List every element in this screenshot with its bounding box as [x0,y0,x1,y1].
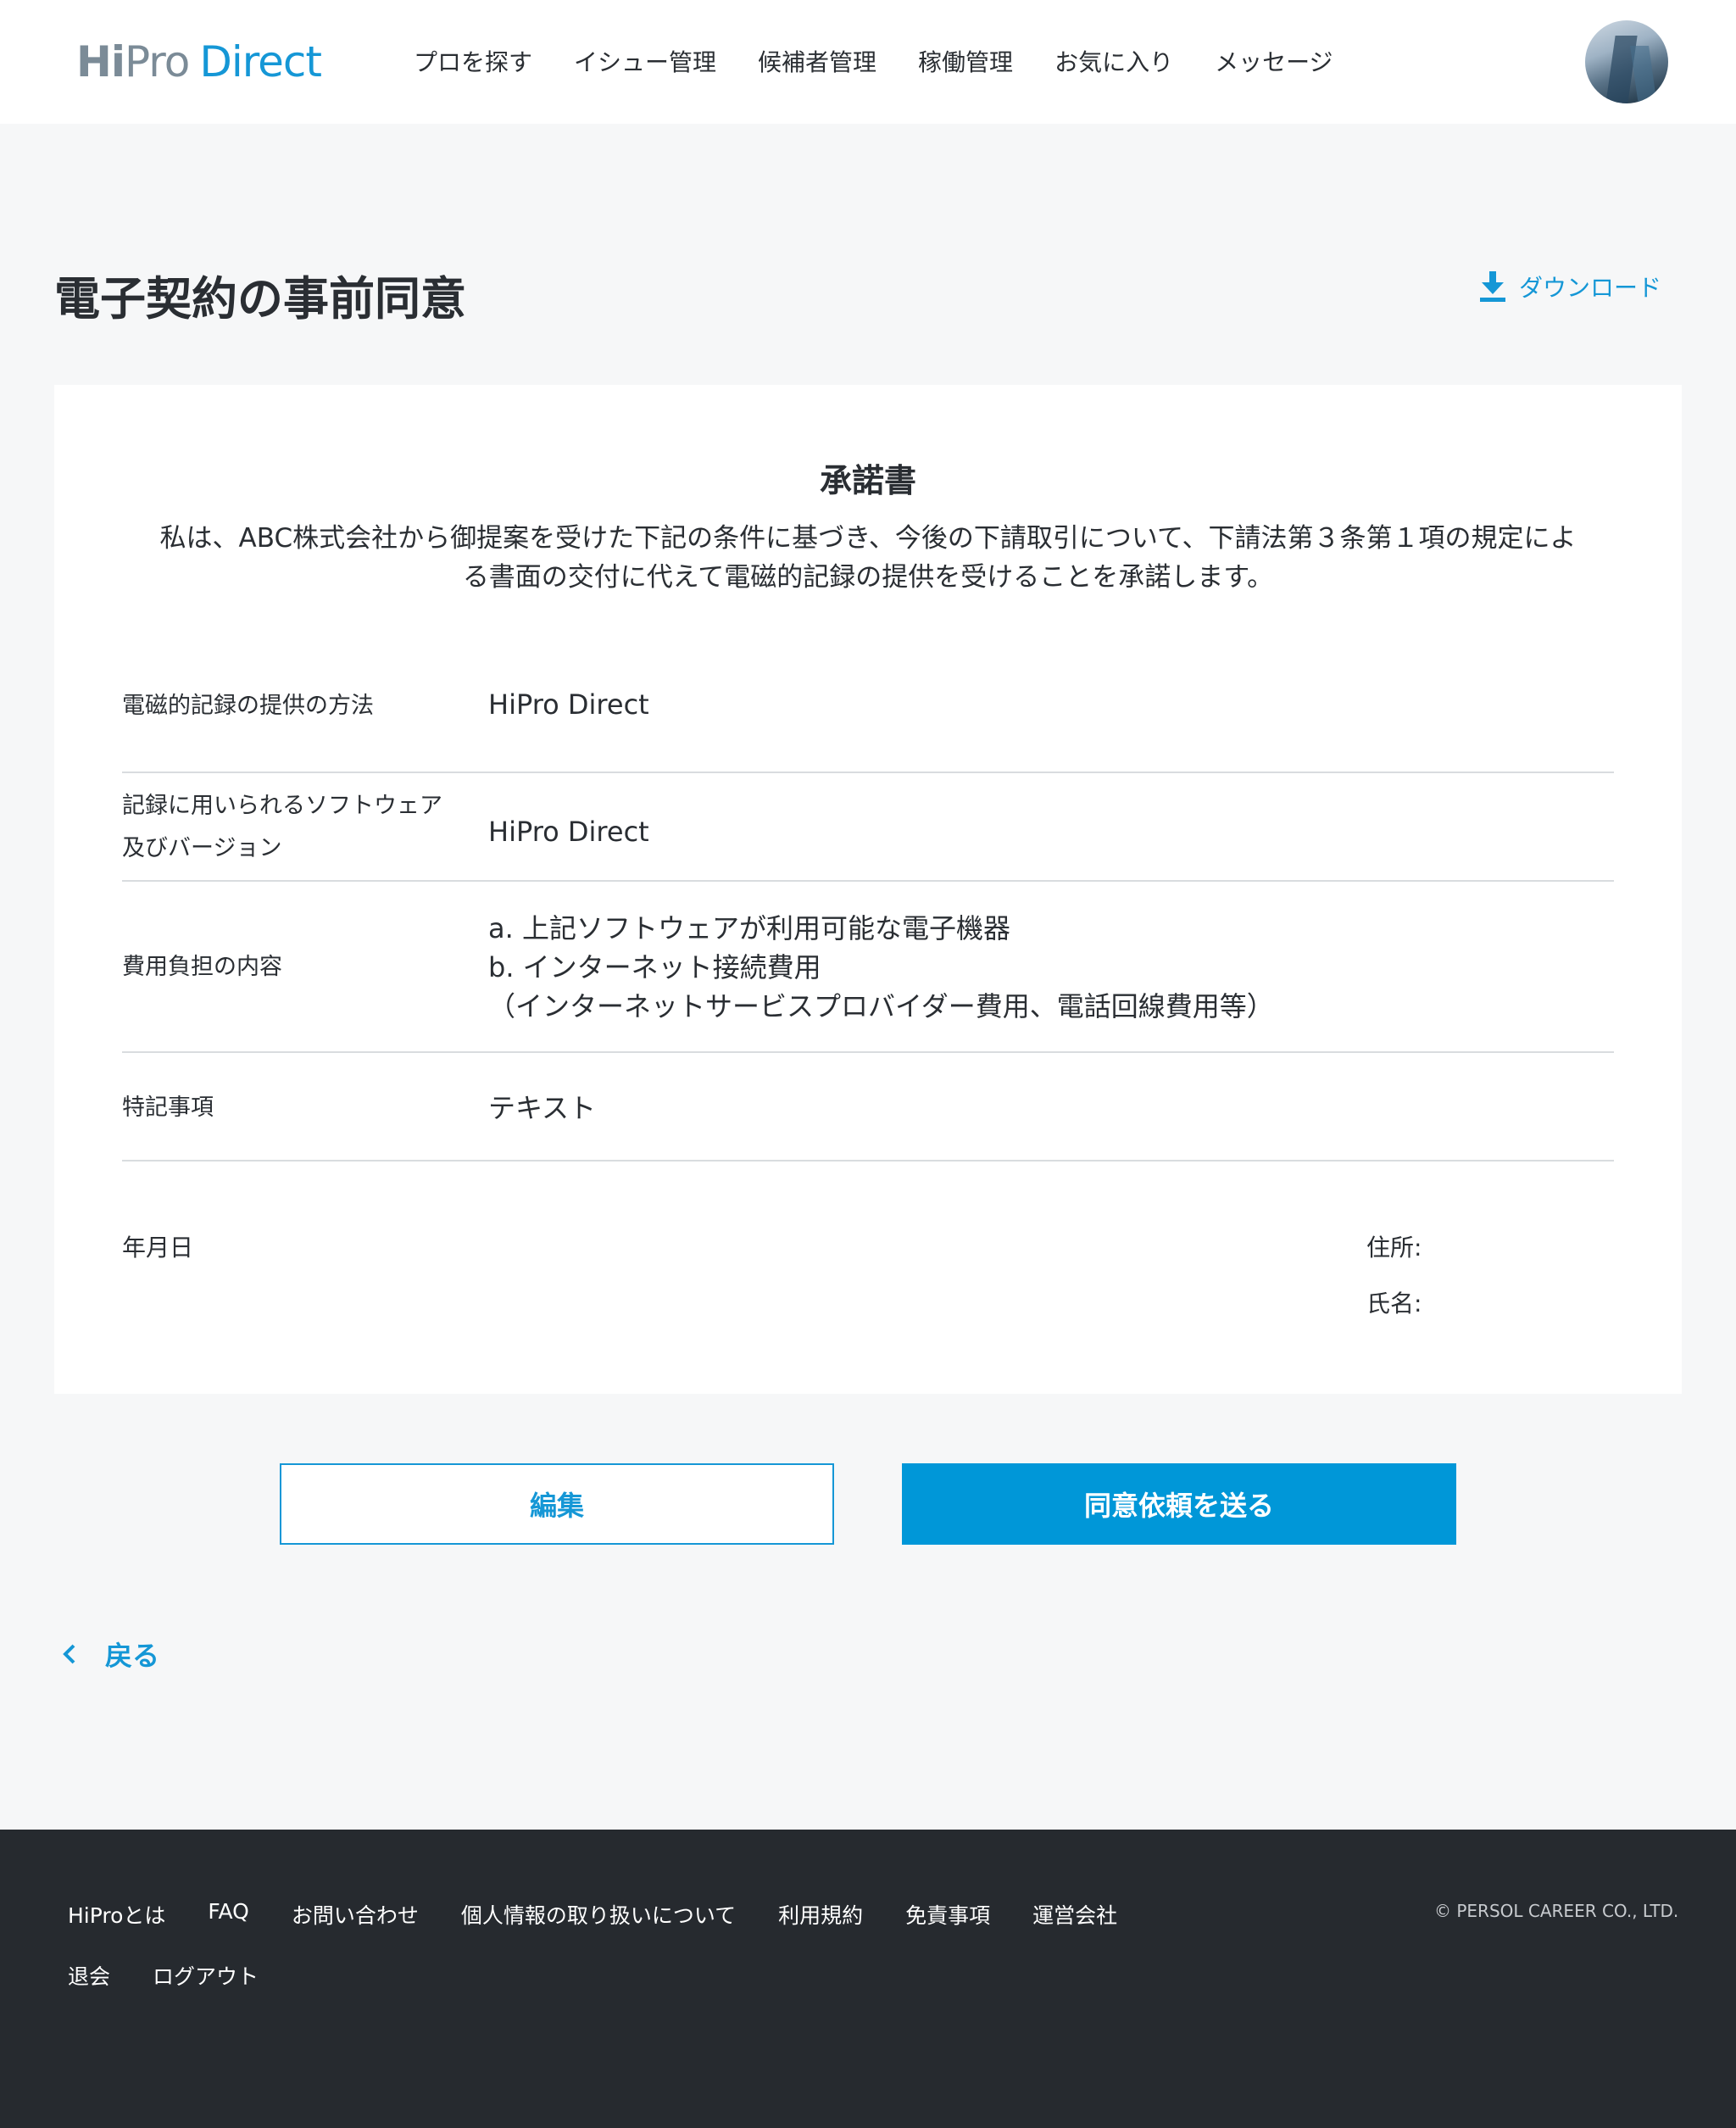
name-label: 氏名: [1366,1290,1422,1317]
table-row: 特記事項 テキスト [122,1053,1614,1161]
footer-links-secondary: 退会 ログアウト [68,1960,301,1991]
hipro-direct-logo[interactable]: Hi Pro Direct [76,37,322,86]
footer-link-company[interactable]: 運営会社 [1032,1899,1117,1930]
nav-find-pro[interactable]: プロを探す [414,44,532,78]
row-value: HiPro Direct [488,688,649,721]
document-body-line-1: 私は、ABC株式会社から御提案を受けた下記の条件に基づき、今後の下請取引について… [159,523,1577,554]
back-label: 戻る [105,1640,160,1672]
row-value-line-3: （インターネットサービスプロバイダー費用、電話回線費用等） [488,990,1274,1022]
footer-link-privacy[interactable]: 個人情報の取り扱いについて [461,1899,736,1930]
row-value: HiPro Direct [488,816,649,848]
nav-operation-management[interactable]: 稼働管理 [918,44,1013,78]
edit-button[interactable]: 編集 [280,1463,834,1545]
download-link[interactable]: ダウンロード [1480,270,1661,304]
row-value: a. 上記ソフトウェアが利用可能な電子機器 b. インターネット接続費用 （イン… [488,909,1274,1026]
row-value: テキスト [488,1092,597,1124]
document-body-line-2: る書面の交付に代えて電磁的記録の提供を受けることを承諾します。 [462,562,1274,593]
row-label: 費用負担の内容 [122,954,282,980]
row-value-line-2: b. インターネット接続費用 [488,951,821,983]
download-label: ダウンロード [1519,274,1662,302]
nav-issue-management[interactable]: イシュー管理 [574,44,716,78]
row-label-line-2: 及びバージョン [122,835,282,861]
row-label: 特記事項 [122,1095,214,1121]
row-value-line-1: a. 上記ソフトウェアが利用可能な電子機器 [488,912,1010,944]
header: Hi Pro Direct プロを探す イシュー管理 候補者管理 稼働管理 お気に入… [0,0,1736,124]
row-label: 記録に用いられるソフトウェア 及びバージョン [122,785,442,870]
nav-messages[interactable]: メッセージ [1215,44,1333,78]
nav-candidate-management[interactable]: 候補者管理 [758,44,876,78]
download-icon [1480,271,1505,302]
footer-link-faq[interactable]: FAQ [208,1899,248,1930]
logo-direct: Direct [199,37,322,86]
footer-link-contact[interactable]: お問い合わせ [292,1899,419,1930]
consent-document-card: 承諾書 私は、ABC株式会社から御提案を受けた下記の条件に基づき、今後の下請取引… [54,385,1682,1394]
document-title: 承諾書 [819,462,916,499]
footer: HiProとは FAQ お問い合わせ 個人情報の取り扱いについて 利用規約 免責… [0,1830,1736,2128]
copyright: © PERSOL CAREER CO., LTD. [1434,1901,1679,1921]
footer-link-about[interactable]: HiProとは [68,1899,165,1930]
table-row: 記録に用いられるソフトウェア 及びバージョン HiPro Direct [122,773,1614,882]
table-row: 電磁的記録の提供の方法 HiPro Direct [122,665,1614,773]
main-nav: プロを探す イシュー管理 候補者管理 稼働管理 お気に入り メッセージ [414,44,1375,78]
footer-link-terms[interactable]: 利用規約 [778,1899,863,1930]
footer-links-primary: HiProとは FAQ お問い合わせ 個人情報の取り扱いについて 利用規約 免責… [68,1899,1160,1930]
page-title: 電子契約の事前同意 [54,272,466,326]
footer-link-withdraw[interactable]: 退会 [68,1960,110,1991]
avatar[interactable] [1585,20,1668,103]
nav-favorites[interactable]: お気に入り [1054,44,1173,78]
row-label: 電磁的記録の提供の方法 [122,693,374,719]
table-row: 費用負担の内容 a. 上記ソフトウェアが利用可能な電子機器 b. インターネット… [122,882,1614,1053]
back-link[interactable]: 戻る [63,1635,159,1674]
address-label: 住所: [1366,1234,1422,1262]
chevron-left-icon [63,1644,75,1664]
logo-hi: Hi [76,37,125,86]
footer-link-logout[interactable]: ログアウト [153,1960,259,1991]
row-label-line-1: 記録に用いられるソフトウェア [122,793,442,819]
send-consent-request-button[interactable]: 同意依頼を送る [902,1463,1456,1545]
date-label: 年月日 [122,1234,194,1262]
logo-pro: Pro [124,37,190,86]
document-body: 私は、ABC株式会社から御提案を受けた下記の条件に基づき、今後の下請取引について… [122,519,1614,597]
footer-link-disclaimer[interactable]: 免責事項 [905,1899,990,1930]
